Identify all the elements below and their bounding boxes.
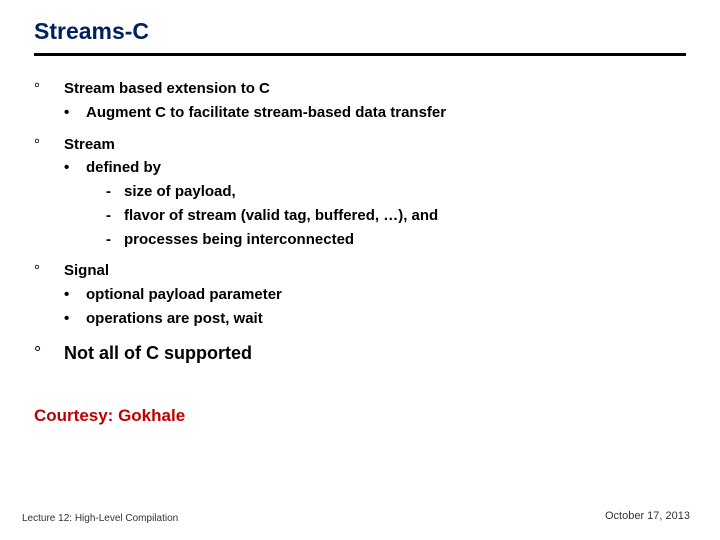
bullet-text: operations are post, wait <box>86 308 686 330</box>
degree-icon: ° <box>34 340 64 366</box>
bullet-l3: - flavor of stream (valid tag, buffered,… <box>34 205 686 227</box>
bullet-text: size of payload, <box>124 181 686 203</box>
bullet-group-2: ° Stream • defined by - size of payload,… <box>34 134 686 251</box>
bullet-l3: - processes being interconnected <box>34 229 686 251</box>
bullet-text: optional payload parameter <box>86 284 686 306</box>
dash-icon: - <box>106 229 124 251</box>
degree-icon: ° <box>34 260 64 282</box>
bullet-l1: ° Stream <box>34 134 686 156</box>
bullet-l2: • defined by <box>34 157 686 179</box>
dash-icon: - <box>106 181 124 203</box>
bullet-text: Signal <box>64 260 686 282</box>
bullet-text: Stream <box>64 134 686 156</box>
degree-icon: ° <box>34 134 64 156</box>
bullet-text: Augment C to facilitate stream-based dat… <box>86 102 686 124</box>
bullet-l2: • operations are post, wait <box>34 308 686 330</box>
dot-icon: • <box>64 102 86 124</box>
footer-right: October 17, 2013 <box>605 510 690 522</box>
dot-icon: • <box>64 157 86 179</box>
slide: Streams-C ° Stream based extension to C … <box>0 0 720 540</box>
bullet-l1: ° Stream based extension to C <box>34 78 686 100</box>
bullet-group-4: ° Not all of C supported <box>34 340 686 366</box>
bullet-group-3: ° Signal • optional payload parameter • … <box>34 260 686 329</box>
courtesy-line: Courtesy: Gokhale <box>34 404 686 429</box>
title-rule <box>34 53 686 56</box>
bullet-text: defined by <box>86 157 686 179</box>
bullet-text: Not all of C supported <box>64 340 686 366</box>
dot-icon: • <box>64 308 86 330</box>
bullet-text: Stream based extension to C <box>64 78 686 100</box>
bullet-text: flavor of stream (valid tag, buffered, …… <box>124 205 686 227</box>
bullet-l2: • Augment C to facilitate stream-based d… <box>34 102 686 124</box>
slide-title: Streams-C <box>34 18 686 45</box>
dash-icon: - <box>106 205 124 227</box>
bullet-l2: • optional payload parameter <box>34 284 686 306</box>
dot-icon: • <box>64 284 86 306</box>
bullet-l1: ° Not all of C supported <box>34 340 686 366</box>
footer-left: Lecture 12: High-Level Compilation <box>22 513 178 524</box>
slide-body: ° Stream based extension to C • Augment … <box>34 78 686 428</box>
bullet-l1: ° Signal <box>34 260 686 282</box>
degree-icon: ° <box>34 78 64 100</box>
bullet-l3: - size of payload, <box>34 181 686 203</box>
bullet-group-1: ° Stream based extension to C • Augment … <box>34 78 686 124</box>
bullet-text: processes being interconnected <box>124 229 686 251</box>
